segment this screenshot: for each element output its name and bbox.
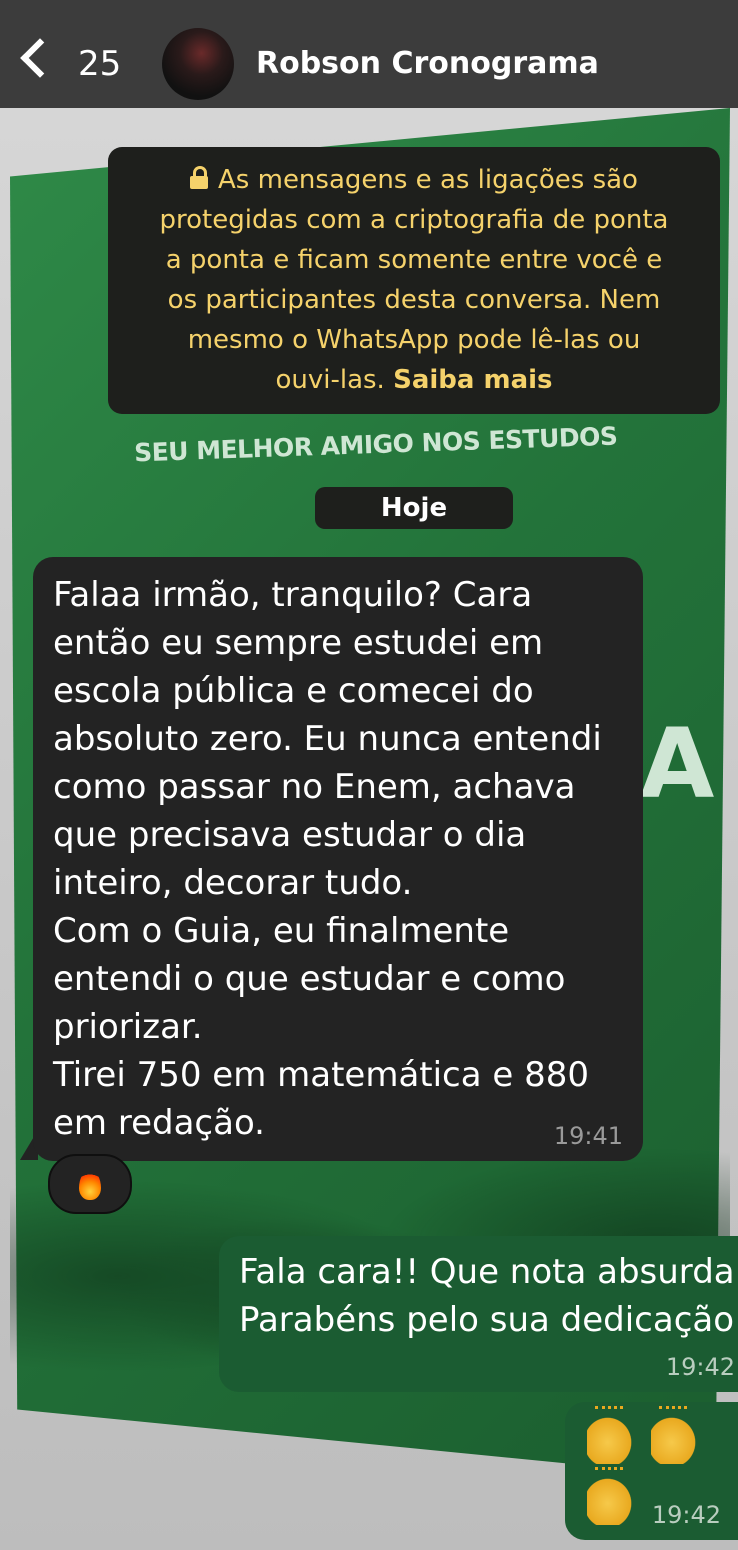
message-line: em redação.: [53, 1103, 265, 1143]
back-unread-count[interactable]: 25: [78, 44, 121, 84]
notice-line: protegidas com a criptografia de ponta: [159, 205, 669, 235]
back-chevron-icon[interactable]: [20, 38, 60, 78]
message-line: entendi o que estudar e como: [53, 959, 566, 999]
message-line: escola pública e comecei do: [53, 671, 534, 711]
notice-line: ouvi-las.: [275, 365, 385, 395]
message-line: que precisava estudar o dia: [53, 815, 527, 855]
message-line: então eu sempre estudei em: [53, 623, 544, 663]
notice-line: a ponta e ficam somente entre você e: [165, 245, 663, 275]
date-separator: Hoje: [315, 487, 513, 529]
notice-line: mesmo o WhatsApp pode lê-las ou: [187, 325, 641, 355]
message-line: Tirei 750 em matemática e 880: [53, 1055, 590, 1095]
message-line: Falaa irmão, tranquilo? Cara: [53, 575, 533, 615]
message-line: priorizar.: [53, 1007, 203, 1047]
wallpaper-letter: A: [640, 708, 715, 820]
lock-icon: [190, 166, 209, 189]
message-line: Com o Guia, eu finalmente: [53, 911, 510, 951]
outgoing-emoji-message[interactable]: 19:42: [565, 1402, 738, 1540]
chat-header: 25 Robson Cronograma: [0, 0, 738, 108]
learn-more-link[interactable]: Saiba mais: [393, 365, 552, 395]
incoming-message[interactable]: Falaa irmão, tranquilo? Cara então eu se…: [33, 557, 643, 1161]
clap-icon: [651, 1406, 697, 1464]
message-line: Fala cara!! Que nota absurda: [239, 1252, 735, 1292]
message-timestamp: 19:41: [553, 1122, 623, 1150]
message-timestamp: 19:42: [665, 1353, 735, 1381]
notice-line: As mensagens e as ligações são: [218, 165, 638, 195]
message-timestamp: 19:42: [651, 1501, 721, 1529]
contact-name[interactable]: Robson Cronograma: [256, 44, 599, 84]
reaction-badge[interactable]: [48, 1154, 132, 1214]
encryption-notice[interactable]: As mensagens e as ligações são protegida…: [108, 147, 720, 414]
outgoing-message[interactable]: Fala cara!! Que nota absurda Parabéns pe…: [219, 1236, 738, 1392]
avatar[interactable]: [162, 28, 234, 100]
clap-icon: [587, 1406, 633, 1464]
message-line: como passar no Enem, achava: [53, 767, 576, 807]
fire-icon: [79, 1169, 101, 1200]
message-line: inteiro, decorar tudo.: [53, 863, 413, 903]
clap-icon: [587, 1467, 633, 1525]
message-line: absoluto zero. Eu nunca entendi: [53, 719, 602, 759]
notice-line: os participantes desta conversa. Nem: [167, 285, 661, 315]
message-line: Parabéns pelo sua dedicação: [239, 1300, 735, 1340]
